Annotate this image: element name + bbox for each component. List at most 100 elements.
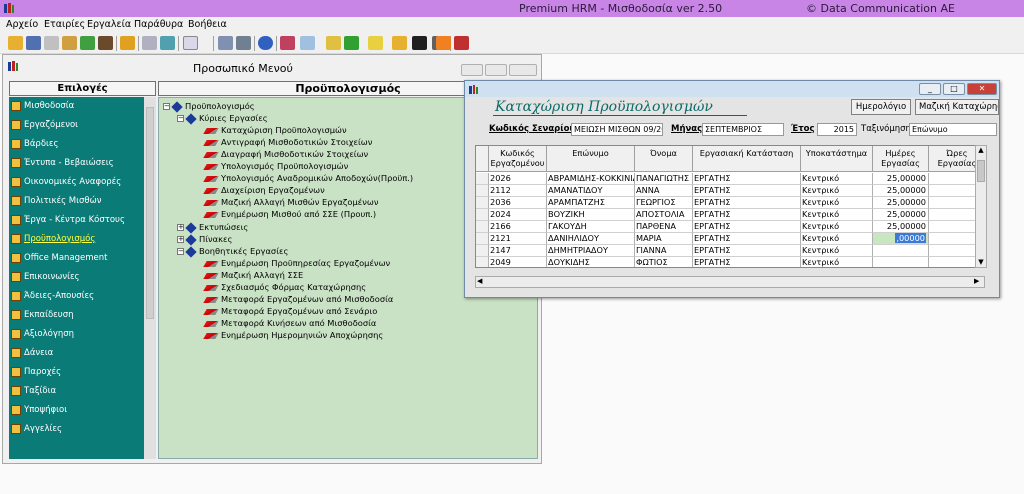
menu-help[interactable]: Βοήθεια (188, 19, 227, 30)
tree-item[interactable]: Διαχείριση Εργαζομένων (203, 185, 325, 196)
column-header[interactable]: Εργασιακή Κατάσταση (693, 146, 801, 172)
option-loans[interactable]: Δάνεια (11, 346, 53, 360)
option-financial-reports[interactable]: Οικονομικές Αναφορές (11, 175, 121, 189)
table-cell[interactable]: 2112 (489, 185, 547, 197)
table-cell[interactable]: ΕΡΓΑΤΗΣ (693, 173, 801, 185)
column-header[interactable]: Όνομα (635, 146, 693, 172)
menu-companies[interactable]: Εταιρίες (44, 19, 85, 30)
row-indicator[interactable] (476, 221, 489, 233)
maximize-button[interactable]: □ (943, 83, 965, 95)
row-indicator[interactable] (476, 245, 489, 257)
table-cell[interactable]: Κεντρικό (801, 221, 873, 233)
table-cell[interactable]: ΕΡΓΑΤΗΣ (693, 209, 801, 221)
table-cell[interactable]: ΕΡΓΑΤΗΣ (693, 221, 801, 233)
row-indicator[interactable] (476, 233, 489, 245)
calculator-icon[interactable] (236, 36, 251, 50)
option-communications[interactable]: Επικοινωνίες (11, 270, 80, 284)
table-cell[interactable]: Κεντρικό (801, 257, 873, 267)
tree-prints[interactable]: + Εκτυπώσεις (177, 221, 248, 234)
scroll-up-icon[interactable]: ▲ (976, 146, 986, 154)
menu-tools[interactable]: Εργαλεία (87, 19, 131, 30)
monitor-icon[interactable] (412, 36, 427, 50)
option-evaluation[interactable]: Αξιολόγηση (11, 327, 74, 341)
users-icon[interactable] (98, 36, 113, 50)
scrollbar-thumb[interactable] (146, 107, 154, 319)
tree-root[interactable]: − Προϋπολογισμός (163, 100, 255, 113)
row-indicator[interactable] (476, 209, 489, 221)
calendar-button[interactable]: Ημερολόγιο (851, 99, 911, 115)
lightning-icon[interactable] (120, 36, 135, 50)
option-ads[interactable]: Αγγελίες (11, 422, 62, 436)
table-cell[interactable]: Κεντρικό (801, 233, 873, 245)
tree-aux-tasks[interactable]: − Βοηθητικές Εργασίες (177, 245, 288, 258)
exit-icon[interactable] (454, 36, 469, 50)
option-budget[interactable]: Προϋπολογισμός (11, 232, 95, 246)
table-cell[interactable]: Κεντρικό (801, 197, 873, 209)
expand-icon[interactable]: + (177, 224, 184, 231)
column-header[interactable]: Επώνυμο (547, 146, 635, 172)
scenario-field[interactable]: ΜΕΙΩΣΗ ΜΙΣΘΩΝ 09/20 (571, 123, 663, 136)
table-cell[interactable]: ΓΕΩΡΓΙΟΣ (635, 197, 693, 209)
row-indicator[interactable] (476, 185, 489, 197)
option-employees[interactable]: Εργαζόμενοι (11, 118, 78, 132)
table-cell[interactable]: ΒΟΥΖΙΚΗ (547, 209, 635, 221)
package-icon[interactable] (326, 36, 341, 50)
rss-icon[interactable] (436, 36, 451, 50)
scroll-right-icon[interactable]: ▶ (974, 277, 982, 287)
close-button[interactable]: ✕ (967, 83, 997, 95)
table-cell[interactable]: Κεντρικό (801, 245, 873, 257)
tree-item[interactable]: Μαζική Αλλαγή Μισθών Εργαζομένων (203, 197, 378, 208)
table-cell[interactable]: ΑΝΝΑ (635, 185, 693, 197)
row-indicator[interactable] (476, 257, 489, 267)
menu-file[interactable]: Αρχείο (6, 19, 38, 30)
table-cell[interactable]: 2121 (489, 233, 547, 245)
row-indicator[interactable] (476, 173, 489, 185)
tree-item[interactable]: Μεταφορά Κινήσεων από Μισθοδοσία (203, 318, 376, 329)
table-cell[interactable]: 25,00000 (873, 209, 929, 221)
table-cell[interactable]: 2147 (489, 245, 547, 257)
notes-icon[interactable] (300, 36, 315, 50)
edit-icon[interactable] (62, 36, 77, 50)
table-cell[interactable]: ΑΜΑΝΑΤΙΔΟΥ (547, 185, 635, 197)
tree-item[interactable]: Υπολογισμός Αναδρομικών Αποδοχών(Προϋπ.) (203, 173, 413, 184)
column-header[interactable]: Υποκατάστημα (801, 146, 873, 172)
table-cell[interactable]: ΦΩΤΙΟΣ (635, 257, 693, 267)
tree-item[interactable]: Αντιγραφή Μισθοδοτικών Στοιχείων (203, 137, 372, 148)
option-salary-policies[interactable]: Πολιτικές Μισθών (11, 194, 101, 208)
table-cell[interactable]: 2036 (489, 197, 547, 209)
expand-icon[interactable]: + (177, 236, 184, 243)
chevron-down-icon[interactable] (200, 36, 209, 50)
table-cell[interactable]: Κεντρικό (801, 185, 873, 197)
table-cell[interactable]: ΔΟΥΚΙΔΗΣ (547, 257, 635, 267)
tree-item[interactable]: Σχεδιασμός Φόρμας Καταχώρησης (203, 282, 366, 293)
collapse-icon[interactable]: − (163, 103, 170, 110)
print-icon[interactable] (44, 36, 59, 50)
tree-item[interactable]: Ενημέρωση Ημερομηνιών Αποχώρησης (203, 330, 383, 341)
collapse-icon[interactable]: − (177, 115, 184, 122)
export-icon[interactable] (344, 36, 359, 50)
table-cell[interactable]: ΕΡΓΑΤΗΣ (693, 233, 801, 245)
year-field[interactable]: 2015 (817, 123, 857, 136)
option-office-management[interactable]: Office Management (11, 251, 108, 265)
tree-item[interactable]: Μεταφορά Εργαζομένων από Μισθοδοσία (203, 294, 393, 305)
option-benefits[interactable]: Παροχές (11, 365, 61, 379)
table-cell[interactable]: ΠΑΝΑΓΙΩΤΗΣ (635, 173, 693, 185)
close-button[interactable] (509, 64, 537, 76)
grid-horizontal-scrollbar[interactable]: ◀ ▶ (475, 276, 985, 288)
table-cell[interactable]: 25,00000 (873, 221, 929, 233)
table-cell[interactable]: ΕΡΓΑΤΗΣ (693, 185, 801, 197)
table-cell[interactable]: 2024 (489, 209, 547, 221)
scroll-left-icon[interactable]: ◀ (477, 277, 485, 287)
tree-tables[interactable]: + Πίνακες (177, 233, 232, 246)
option-travel[interactable]: Ταξίδια (11, 384, 56, 398)
collapse-icon[interactable]: − (177, 248, 184, 255)
table-cell[interactable]: ΓΑΚΟΥΔΗ (547, 221, 635, 233)
sort-field[interactable]: Επώνυμο (909, 123, 997, 136)
tree-main-tasks[interactable]: − Κύριες Εργασίες (177, 112, 268, 125)
tree-item[interactable]: Καταχώριση Προϋπολογισμών (203, 125, 347, 136)
scissors-icon[interactable] (280, 36, 295, 50)
option-leaves[interactable]: Άδειες-Απουσίες (11, 289, 94, 303)
open-folder-icon[interactable] (8, 36, 23, 50)
document-icon[interactable] (368, 36, 383, 50)
option-forms[interactable]: Έντυπα - Βεβαιώσεις (11, 156, 114, 170)
